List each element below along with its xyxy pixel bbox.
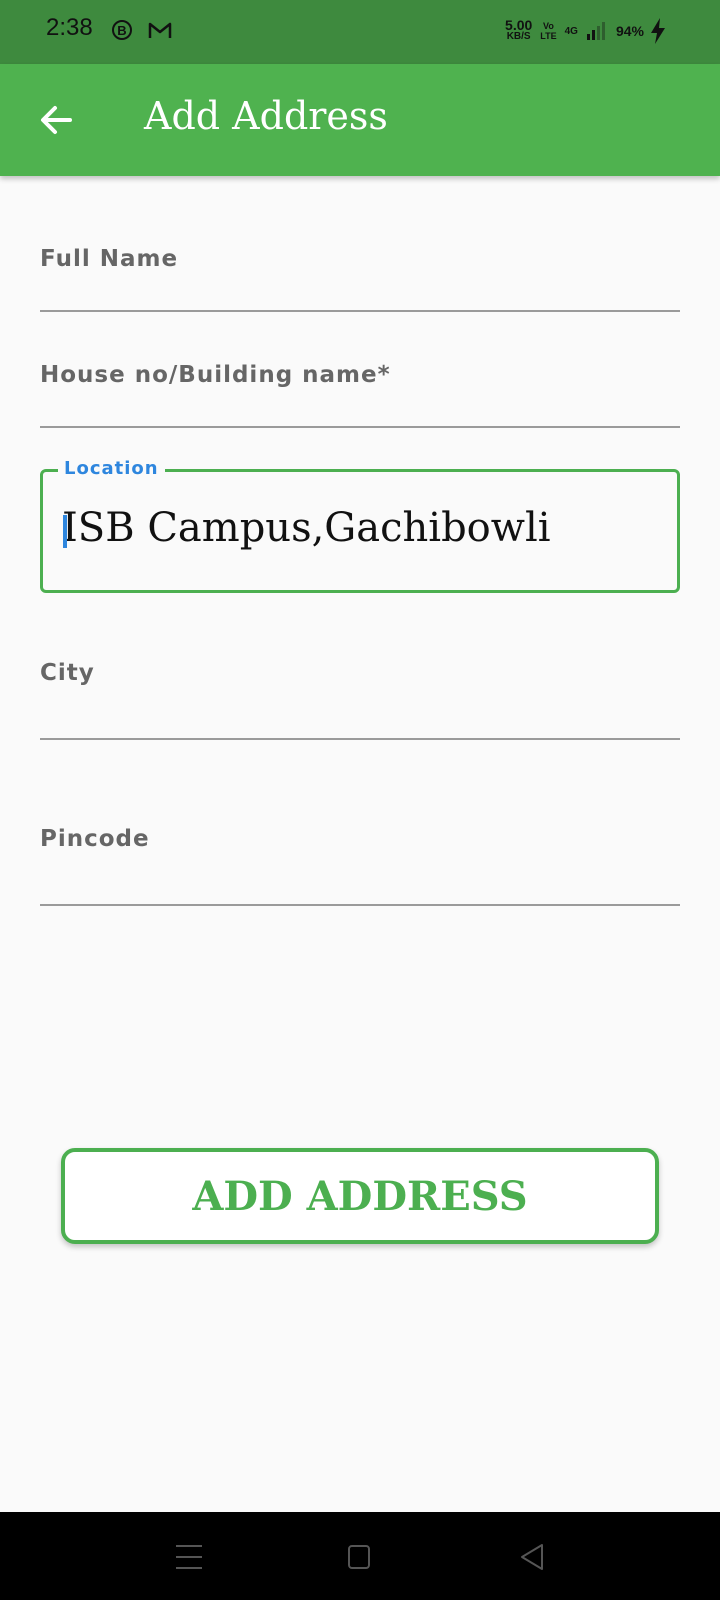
menu-icon[interactable] [172,1540,206,1574]
network-speed-unit: KB/S [506,31,531,42]
back-triangle-icon[interactable] [516,1540,550,1574]
network-type: 4G [564,25,578,37]
b-notification-icon: B [112,20,132,40]
pincode-field[interactable]: Pincode [40,826,680,906]
network-speed: 5.00 KB/S [505,17,533,43]
full-name-field[interactable]: Full Name [40,246,680,314]
arrow-left-icon[interactable] [36,100,76,140]
network-speed-value: 5.00 [505,17,533,33]
battery-level: 94% [615,23,644,39]
home-square-icon[interactable] [342,1540,376,1574]
house-number-underline [40,426,680,428]
pincode-underline [40,904,680,906]
signal-icon [586,22,605,40]
volte-icon: Vo LTE [540,21,556,41]
location-input[interactable] [62,502,662,554]
text-cursor [63,515,67,548]
volte-top: Vo [543,21,554,31]
status-indicators: 5.00 KB/S Vo LTE 4G 94% [505,16,670,46]
city-label: City [40,660,95,686]
house-number-field[interactable]: House no/Building name* [40,362,680,430]
full-name-label: Full Name [40,246,179,272]
page-title: Add Address [144,94,388,138]
status-time: 2:38 [46,14,93,41]
add-address-button[interactable]: ADD ADDRESS [61,1148,659,1244]
volte-bottom: LTE [540,31,557,41]
pincode-label: Pincode [40,826,150,852]
city-field[interactable]: City [40,660,680,740]
charging-bolt-icon [651,18,665,44]
city-underline [40,738,680,740]
full-name-underline [40,310,680,312]
status-bar: 2:38 B 5.00 KB/S Vo LTE 4G 94% [0,0,720,64]
location-label: Location [58,458,165,479]
house-number-label: House no/Building name* [40,362,391,388]
gmail-icon [148,22,172,38]
